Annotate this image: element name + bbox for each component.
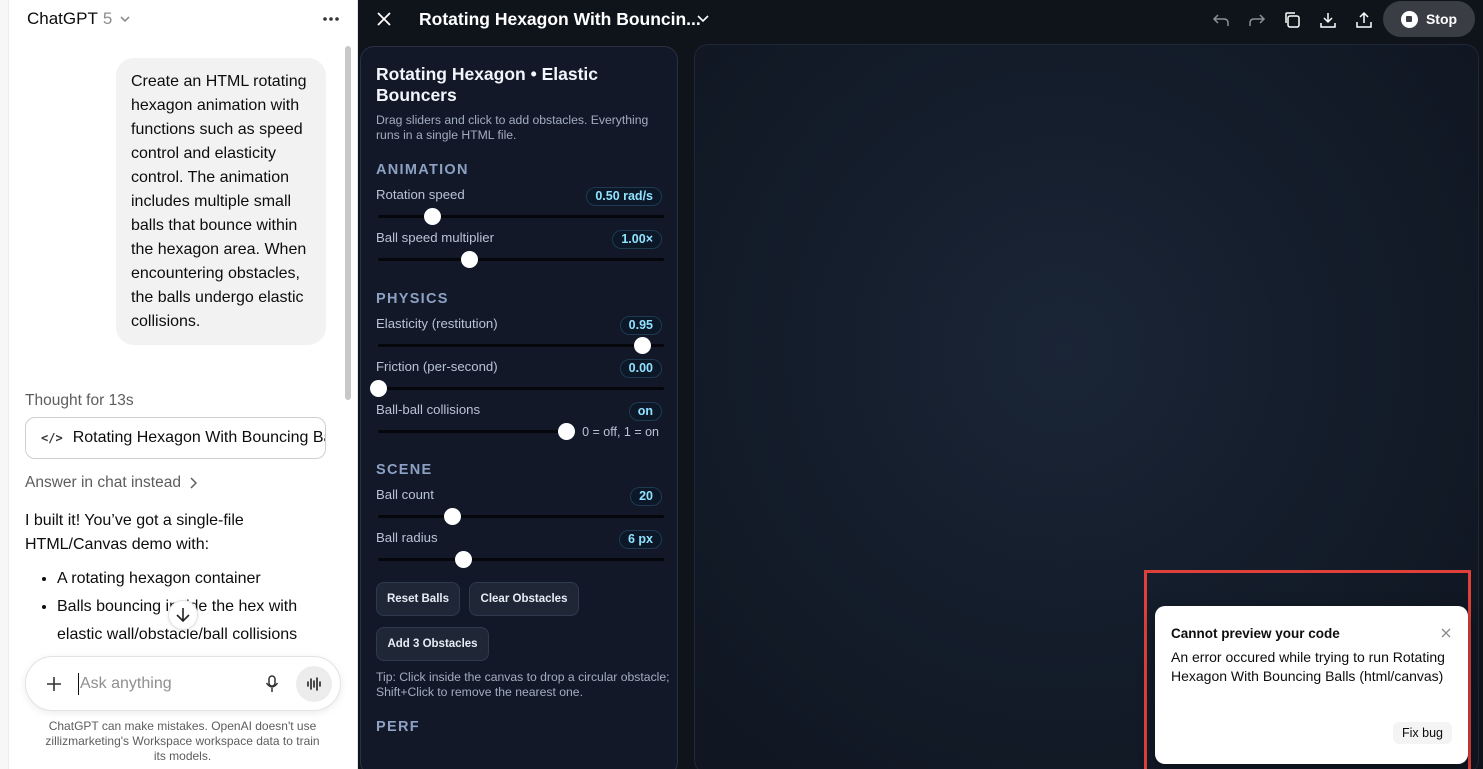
ball-count-label: Ball count [376, 487, 434, 502]
elasticity-label: Elasticity (restitution) [376, 316, 498, 331]
redo-icon[interactable] [1246, 9, 1268, 31]
voice-mode-icon[interactable] [296, 666, 332, 702]
canvas-topbar: Rotating Hexagon With Bouncin... Stop [358, 0, 1483, 40]
ball-radius-label: Ball radius [376, 530, 438, 545]
ball-radius-slider[interactable] [378, 551, 664, 568]
more-options-icon[interactable] [320, 8, 342, 30]
model-selector[interactable]: ChatGPT 5 [27, 8, 131, 30]
stop-icon [1400, 10, 1418, 28]
ball-radius-value: 6 px [618, 530, 662, 549]
section-scene: SCENE [376, 462, 433, 478]
stop-button[interactable]: Stop [1383, 1, 1475, 37]
ball-speed-value: 1.00× [612, 230, 662, 249]
artifact-title: Rotating Hexagon With Bouncing Balls (ht… [72, 429, 325, 446]
slider-thumb[interactable] [461, 251, 479, 268]
ball-speed-slider[interactable] [378, 251, 664, 268]
clear-obstacles-button[interactable]: Clear Obstacles [469, 582, 579, 616]
section-perf: PERF [376, 719, 420, 735]
slider-thumb[interactable] [557, 423, 575, 440]
fix-bug-button[interactable]: Fix bug [1393, 722, 1452, 744]
ball-speed-label: Ball speed multiplier [376, 230, 495, 245]
copy-icon[interactable] [1281, 9, 1303, 31]
reply-bullet: A rotating hexagon container [57, 565, 325, 593]
chevron-down-icon[interactable] [696, 11, 710, 25]
panel-description: Drag sliders and click to add obstacles.… [376, 113, 649, 142]
composer [25, 656, 341, 711]
error-toast: Cannot preview your code An error occure… [1155, 606, 1468, 764]
close-icon[interactable] [1439, 626, 1453, 640]
undo-icon[interactable] [1210, 9, 1232, 31]
canvas-title[interactable]: Rotating Hexagon With Bouncin... [419, 9, 701, 30]
add-obstacles-button[interactable]: Add 3 Obstacles [376, 627, 489, 661]
model-version: 5 [102, 9, 113, 28]
ball-collisions-slider[interactable] [378, 423, 575, 440]
ball-collisions-hint: 0 = off, 1 = on [582, 425, 659, 439]
ball-collisions-label: Ball-ball collisions [376, 402, 481, 417]
composer-input[interactable] [78, 673, 238, 695]
chat-panel: ChatGPT 5 Create an HTML rotating hexago… [0, 0, 358, 769]
elasticity-slider[interactable] [378, 337, 664, 354]
slider-thumb[interactable] [443, 508, 461, 525]
ball-count-slider[interactable] [378, 508, 664, 525]
error-message: An error occured while trying to run Rot… [1171, 649, 1445, 684]
close-icon[interactable] [374, 9, 394, 29]
answer-in-chat-link[interactable]: Answer in chat instead [25, 474, 197, 492]
chevron-down-icon [120, 16, 130, 23]
share-icon[interactable] [1353, 9, 1375, 31]
rotation-speed-label: Rotation speed [376, 187, 465, 202]
section-physics: PHYSICS [376, 291, 449, 307]
reset-balls-button[interactable]: Reset Balls [376, 582, 460, 616]
disclaimer: ChatGPT can make mistakes. OpenAI doesn'… [45, 719, 320, 763]
rotation-speed-value: 0.50 rad/s [586, 187, 662, 206]
ball-collisions-value: on [628, 402, 662, 421]
stop-label: Stop [1425, 11, 1458, 27]
friction-slider[interactable] [369, 380, 664, 397]
friction-label: Friction (per-second) [376, 359, 498, 374]
friction-value: 0.00 [619, 359, 662, 378]
user-message: Create an HTML rotating hexagon animatio… [116, 58, 326, 345]
plus-icon[interactable] [43, 673, 65, 695]
error-title: Cannot preview your code [1171, 626, 1340, 641]
rotation-speed-slider[interactable] [378, 208, 664, 225]
canvas-artifact-card[interactable]: </> Rotating Hexagon With Bouncing Balls… [25, 417, 326, 459]
chat-scrollbar[interactable] [345, 46, 351, 400]
answer-link-label: Answer in chat instead [25, 474, 181, 491]
canvas-workspace: Rotating Hexagon With Bouncin... Stop Ro… [358, 0, 1483, 769]
microphone-icon[interactable] [260, 672, 284, 696]
thought-indicator[interactable]: Thought for 13s [25, 392, 134, 410]
ball-count-value: 20 [630, 487, 662, 506]
control-panel: Rotating Hexagon • Elastic Bouncers Drag… [360, 46, 678, 769]
slider-thumb[interactable] [423, 208, 441, 225]
slider-thumb[interactable] [455, 551, 473, 568]
sidebar-edge [0, 0, 9, 769]
reply-intro: I built it! You’ve got a single-file HTM… [25, 512, 244, 553]
code-icon: </> [41, 431, 63, 445]
download-icon[interactable] [1317, 9, 1339, 31]
section-animation: ANIMATION [376, 162, 469, 178]
model-name: ChatGPT [27, 9, 98, 28]
scroll-down-button[interactable] [168, 600, 198, 630]
app-root: ChatGPT 5 Create an HTML rotating hexago… [0, 0, 1483, 769]
elasticity-value: 0.95 [619, 316, 662, 335]
arrow-down-icon [176, 608, 190, 623]
chevron-right-icon [190, 477, 197, 489]
slider-thumb[interactable] [634, 337, 652, 354]
tip-text: Tip: Click inside the canvas to drop a c… [376, 670, 670, 699]
panel-heading: Rotating Hexagon • Elastic Bouncers [376, 64, 598, 105]
slider-thumb[interactable] [369, 380, 387, 397]
